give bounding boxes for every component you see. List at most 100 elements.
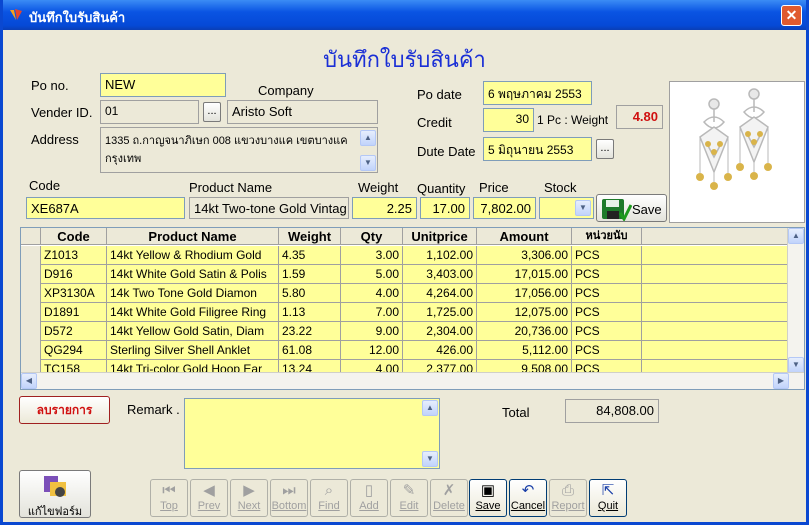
find-button[interactable]: ⌕ Find	[310, 479, 348, 517]
table-cell[interactable]: 1.13	[279, 303, 341, 322]
table-cell[interactable]: QG294	[41, 341, 107, 360]
table-cell[interactable]: XP3130A	[41, 284, 107, 303]
table-cell[interactable]: 5.00	[341, 265, 403, 284]
po-date-field[interactable]: 6 พฤษภาคม 2553	[483, 81, 592, 105]
table-cell[interactable]: 14kt Yellow & Rhodium Gold	[107, 246, 279, 265]
col-qty[interactable]: Qty	[341, 228, 403, 245]
table-cell[interactable]: 17,056.00	[477, 284, 572, 303]
delete-button[interactable]: ✗ Delete	[430, 479, 468, 517]
table-cell[interactable]: PCS	[572, 303, 642, 322]
col-amount[interactable]: Amount	[477, 228, 572, 245]
row-selector[interactable]	[21, 303, 41, 322]
table-cell[interactable]: 5,112.00	[477, 341, 572, 360]
table-cell[interactable]: 14kt White Gold Filigree Ring	[107, 303, 279, 322]
table-cell[interactable]: PCS	[572, 284, 642, 303]
table-cell[interactable]: D1891	[41, 303, 107, 322]
remark-input[interactable]	[184, 398, 440, 469]
table-cell[interactable]: PCS	[572, 341, 642, 360]
table-cell[interactable]: 14kt White Gold Satin & Polis	[107, 265, 279, 284]
table-cell[interactable]: 61.08	[279, 341, 341, 360]
po-no-field[interactable]: NEW	[100, 73, 226, 97]
row-selector[interactable]	[21, 265, 41, 284]
due-date-field[interactable]: 5 มิถุนายน 2553	[483, 137, 592, 161]
next-button[interactable]: ▶ Next	[230, 479, 268, 517]
credit-field[interactable]: 30	[483, 108, 534, 132]
quantity-input[interactable]: 17.00	[420, 197, 470, 219]
edit-form-button[interactable]: แก้ไขฟอร์ม	[19, 470, 91, 518]
table-vertical-scrollbar[interactable]: ▲ ▼	[787, 228, 804, 373]
address-scroll-up[interactable]: ▲	[360, 130, 376, 146]
address-scroll-down[interactable]: ▼	[360, 155, 376, 171]
row-selector[interactable]	[21, 341, 41, 360]
price-input[interactable]: 7,802.00	[473, 197, 536, 219]
remark-scroll-down[interactable]: ▼	[422, 451, 438, 467]
table-horizontal-scrollbar[interactable]: ◀ ▶	[21, 372, 804, 389]
table-row[interactable]: QG294 Sterling Silver Shell Anklet 61.08 12…	[21, 341, 788, 360]
table-cell[interactable]: 426.00	[403, 341, 477, 360]
table-cell[interactable]: 12,075.00	[477, 303, 572, 322]
delete-item-button[interactable]: ลบรายการ	[19, 396, 110, 424]
table-cell[interactable]: 20,736.00	[477, 322, 572, 341]
table-cell[interactable]: 7.00	[341, 303, 403, 322]
edit-button[interactable]: ✎ Edit	[390, 479, 428, 517]
report-button[interactable]: ⎙ Report	[549, 479, 587, 517]
scroll-up-button[interactable]: ▲	[788, 228, 804, 244]
table-cell[interactable]: 4.00	[341, 284, 403, 303]
table-cell[interactable]: Z1013	[41, 246, 107, 265]
table-cell[interactable]: 9.00	[341, 322, 403, 341]
col-unit[interactable]: หน่วยนับ	[572, 228, 642, 245]
table-cell[interactable]: 2,304.00	[403, 322, 477, 341]
entry-save-button[interactable]: Save	[596, 194, 667, 222]
items-table[interactable]: Code Product Name Weight Qty Unitprice A…	[20, 227, 805, 390]
table-cell[interactable]: 14k Two Tone Gold Diamon	[107, 284, 279, 303]
table-cell[interactable]: PCS	[572, 265, 642, 284]
vender-id-field[interactable]: 01	[100, 100, 199, 124]
table-row[interactable]: D1891 14kt White Gold Filigree Ring 1.13 7.…	[21, 303, 788, 322]
table-cell[interactable]: 3,403.00	[403, 265, 477, 284]
due-date-lookup-button[interactable]: ...	[596, 139, 614, 159]
add-button[interactable]: ▯ Add	[350, 479, 388, 517]
table-cell[interactable]: 1,725.00	[403, 303, 477, 322]
table-cell[interactable]: D572	[41, 322, 107, 341]
table-cell[interactable]: 12.00	[341, 341, 403, 360]
quit-button[interactable]: ⇱ Quit	[589, 479, 627, 517]
remark-scroll-up[interactable]: ▲	[422, 400, 438, 416]
vender-lookup-button[interactable]: ...	[203, 102, 221, 122]
stock-dropdown-button[interactable]: ▼	[575, 200, 591, 216]
table-row[interactable]: Z1013 14kt Yellow & Rhodium Gold 4.35 3.00 1…	[21, 246, 788, 265]
table-cell[interactable]: PCS	[572, 322, 642, 341]
table-cell[interactable]: 4.35	[279, 246, 341, 265]
scroll-right-button[interactable]: ▶	[773, 373, 789, 389]
table-cell[interactable]: 1.59	[279, 265, 341, 284]
col-weight[interactable]: Weight	[279, 228, 341, 245]
table-cell[interactable]: Sterling Silver Shell Anklet	[107, 341, 279, 360]
table-cell[interactable]: D916	[41, 265, 107, 284]
bottom-button[interactable]: ⏭ Bottom	[270, 479, 308, 517]
row-selector[interactable]	[21, 284, 41, 303]
row-selector[interactable]	[21, 322, 41, 341]
table-row[interactable]: XP3130A 14k Two Tone Gold Diamon 5.80 4.00 4…	[21, 284, 788, 303]
table-cell[interactable]: 5.80	[279, 284, 341, 303]
table-cell[interactable]: 3.00	[341, 246, 403, 265]
col-product-name[interactable]: Product Name	[107, 228, 279, 245]
scroll-down-button[interactable]: ▼	[788, 357, 804, 373]
table-cell[interactable]: PCS	[572, 246, 642, 265]
table-row[interactable]: D572 14kt Yellow Gold Satin, Diam 23.22 9.0…	[21, 322, 788, 341]
col-unitprice[interactable]: Unitprice	[403, 228, 477, 245]
scroll-left-button[interactable]: ◀	[21, 373, 37, 389]
prev-button[interactable]: ◀ Prev	[190, 479, 228, 517]
col-code[interactable]: Code	[41, 228, 107, 245]
weight-input[interactable]: 2.25	[352, 197, 417, 219]
table-cell[interactable]: 17,015.00	[477, 265, 572, 284]
cancel-button[interactable]: ↶ Cancel	[509, 479, 547, 517]
top-button[interactable]: ⏮ Top	[150, 479, 188, 517]
row-selector[interactable]	[21, 246, 41, 265]
table-cell[interactable]: 4,264.00	[403, 284, 477, 303]
table-cell[interactable]: 14kt Yellow Gold Satin, Diam	[107, 322, 279, 341]
table-cell[interactable]: 1,102.00	[403, 246, 477, 265]
close-button[interactable]: ✕	[781, 5, 802, 26]
code-input[interactable]: XE687A	[26, 197, 185, 219]
address-field[interactable]: 1335 ถ.กาญจนาภิเษก 008 แขวงบางแค เขตบางแ…	[100, 127, 378, 173]
table-cell[interactable]: 3,306.00	[477, 246, 572, 265]
table-cell[interactable]: 23.22	[279, 322, 341, 341]
